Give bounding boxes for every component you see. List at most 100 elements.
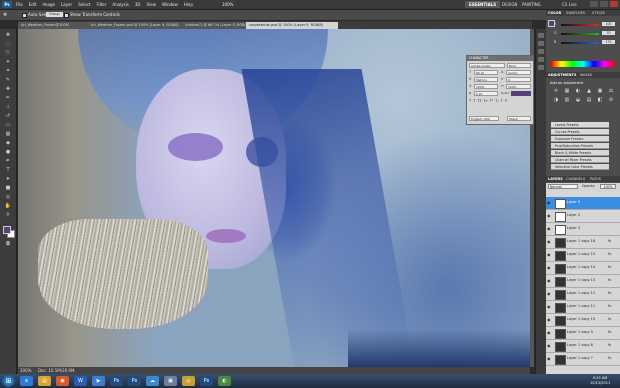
status-zoom[interactable]: 100% <box>20 368 31 373</box>
layer-row[interactable]: ◉ Layer 3 <box>546 223 620 236</box>
underline-button[interactable]: T <box>501 99 503 103</box>
quick-mask-icon[interactable]: ◘ <box>3 241 13 247</box>
tab-masks[interactable]: MASKS <box>580 73 592 77</box>
eye-icon[interactable]: ◉ <box>547 357 552 361</box>
small-caps-button[interactable]: Tт <box>484 99 488 103</box>
start-button[interactable]: ⊞ <box>2 375 15 387</box>
faux-bold-button[interactable]: T <box>469 99 471 103</box>
clone-stamp-tool-icon[interactable]: ⊥ <box>3 104 13 110</box>
layer-row[interactable]: ◉ Layer 1 copy 7 fx <box>546 353 620 366</box>
baseline-field[interactable]: 0 pt <box>474 91 498 96</box>
menu-file[interactable]: File <box>16 2 23 7</box>
slider-value-r[interactable]: 100 <box>602 22 615 26</box>
strikethrough-button[interactable]: Ŧ <box>505 99 507 103</box>
eye-icon[interactable]: ◉ <box>547 214 552 218</box>
slider-value-g[interactable]: 70 <box>602 31 615 35</box>
hand-tool-icon[interactable]: ✋ <box>3 203 13 209</box>
taskbar-app-icon[interactable]: ▤ <box>38 376 51 386</box>
eye-icon[interactable]: ◉ <box>547 266 552 270</box>
tab-channels[interactable]: CHANNELS <box>566 177 585 181</box>
adjustment-icon-5[interactable]: ▣ <box>596 88 604 94</box>
menu-select[interactable]: Select <box>78 2 90 7</box>
adjustment-icon-2[interactable]: ▦ <box>563 88 571 94</box>
layer-effects-icon[interactable]: fx <box>608 356 611 360</box>
layer-effects-icon[interactable]: fx <box>608 239 611 243</box>
tab-document-1[interactable]: Ari_Weather_Frozen@100% <box>18 22 92 29</box>
layer-row[interactable]: ◉ Layer 1 copy 9 fx <box>546 327 620 340</box>
taskbar-app-icon[interactable]: ▣ <box>164 376 177 386</box>
tab-styles[interactable]: STYLES <box>592 11 605 15</box>
layer-row[interactable]: ◉ Layer 1 copy 13 fx <box>546 275 620 288</box>
healing-brush-tool-icon[interactable]: ✚ <box>3 86 13 92</box>
layer-effects-icon[interactable]: fx <box>608 343 611 347</box>
blur-tool-icon[interactable]: ◆ <box>3 140 13 146</box>
history-panel-icon[interactable] <box>538 33 544 38</box>
history-brush-tool-icon[interactable]: ↺ <box>3 113 13 119</box>
preset-hue-saturation-presets[interactable]: Hue/Saturation Presets <box>551 143 609 149</box>
all-caps-button[interactable]: TT <box>477 99 481 103</box>
eyedropper-tool-icon[interactable]: ✎ <box>3 77 13 83</box>
adjustment-icon-11[interactable]: ◧ <box>596 97 604 103</box>
menu-image[interactable]: Image <box>42 2 55 7</box>
slider-value-b[interactable]: 172 <box>602 40 615 44</box>
adjustment-icon-4[interactable]: ▲ <box>585 88 593 94</box>
text-color-swatch[interactable] <box>511 91 531 96</box>
layer-row[interactable]: ◉ Layer 9 <box>546 197 620 210</box>
slider-r[interactable] <box>561 24 599 26</box>
menu-layer[interactable]: Layer <box>61 2 72 7</box>
move-tool-icon[interactable]: ✥ <box>3 12 7 18</box>
menu-view[interactable]: View <box>147 2 157 7</box>
foreground-color-swatch[interactable] <box>3 226 11 234</box>
eye-icon[interactable]: ◉ <box>547 201 552 205</box>
character-panel-icon[interactable] <box>538 49 544 54</box>
taskbar-app-icon[interactable]: ◉ <box>56 376 69 386</box>
crop-tool-icon[interactable]: ⌗ <box>3 68 13 74</box>
show-transform-checkbox[interactable] <box>64 13 69 18</box>
taskbar-app-icon[interactable]: ▶ <box>92 376 105 386</box>
path-selection-tool-icon[interactable]: ➤ <box>3 176 13 182</box>
subscript-button[interactable]: T₁ <box>495 99 499 103</box>
menu-help[interactable]: Help <box>184 2 193 7</box>
taskbar-app-icon[interactable]: ◐ <box>218 376 231 386</box>
tab-document-2[interactable]: Ari_Weather_Frozen.psd @ 100% (Layer 9, … <box>88 22 186 29</box>
layer-row[interactable]: ◉ Layer 1 copy 15 fx <box>546 249 620 262</box>
eye-icon[interactable]: ◉ <box>547 253 552 257</box>
adjustment-icon-9[interactable]: ◒ <box>574 97 582 103</box>
eye-icon[interactable]: ◉ <box>547 344 552 348</box>
layer-row[interactable]: ◉ Layer 1 copy 12 fx <box>546 288 620 301</box>
auto-select-checkbox[interactable] <box>22 13 27 18</box>
tab-document-3[interactable]: Untitled-1 @ 66.7% (Layer 0, RGB/8) <box>182 22 250 29</box>
dodge-tool-icon[interactable]: ● <box>3 149 13 155</box>
adjustment-icon-12[interactable]: ⊘ <box>607 97 615 103</box>
workspace-painting-button[interactable]: PAINTING <box>518 1 545 8</box>
lasso-tool-icon[interactable]: ➰ <box>3 50 13 56</box>
layer-row[interactable]: ◉ Layer 2 <box>546 210 620 223</box>
eye-icon[interactable]: ◉ <box>547 292 552 296</box>
eye-icon[interactable]: ◉ <box>547 240 552 244</box>
tab-document-active[interactable]: corpsebride.psd @ 100% (Layer 9, RGB/8) <box>246 22 338 29</box>
preset-exposure-presets[interactable]: Exposure Presets <box>551 136 609 142</box>
brush-tool-icon[interactable]: ✏ <box>3 95 13 101</box>
blend-mode-select[interactable]: Normal <box>548 184 578 189</box>
layer-effects-icon[interactable]: fx <box>608 252 611 256</box>
eye-icon[interactable]: ◉ <box>547 331 552 335</box>
layer-effects-icon[interactable]: fx <box>608 265 611 269</box>
leading-field[interactable]: (Auto) <box>506 70 531 75</box>
auto-select-dropdown[interactable]: Group <box>46 12 63 17</box>
superscript-button[interactable]: T¹ <box>490 99 494 103</box>
adjustment-icon-10[interactable]: ▤ <box>585 97 593 103</box>
system-clock[interactable]: 9:25 AM 10/15/2011 <box>590 376 610 386</box>
maximize-button[interactable] <box>600 1 608 7</box>
layer-row[interactable]: ◉ Layer 1 copy 8 fx <box>546 340 620 353</box>
vertical-scale-field[interactable]: 100% <box>474 84 498 89</box>
gradient-tool-icon[interactable]: ▦ <box>3 131 13 137</box>
brushes-panel-icon[interactable] <box>538 65 544 70</box>
marquee-tool-icon[interactable]: ⬚ <box>3 41 13 47</box>
slider-b[interactable] <box>561 42 599 44</box>
opacity-field[interactable]: 100% <box>600 184 616 189</box>
preset-curves-presets[interactable]: Curves Presets <box>551 129 609 135</box>
preset-black-white-presets[interactable]: Black & White Presets <box>551 150 609 156</box>
menu-analysis[interactable]: Analysis <box>112 2 128 7</box>
tab-adjustments[interactable]: ADJUSTMENTS <box>548 73 576 77</box>
taskbar-app-icon[interactable]: Ps <box>128 376 141 386</box>
